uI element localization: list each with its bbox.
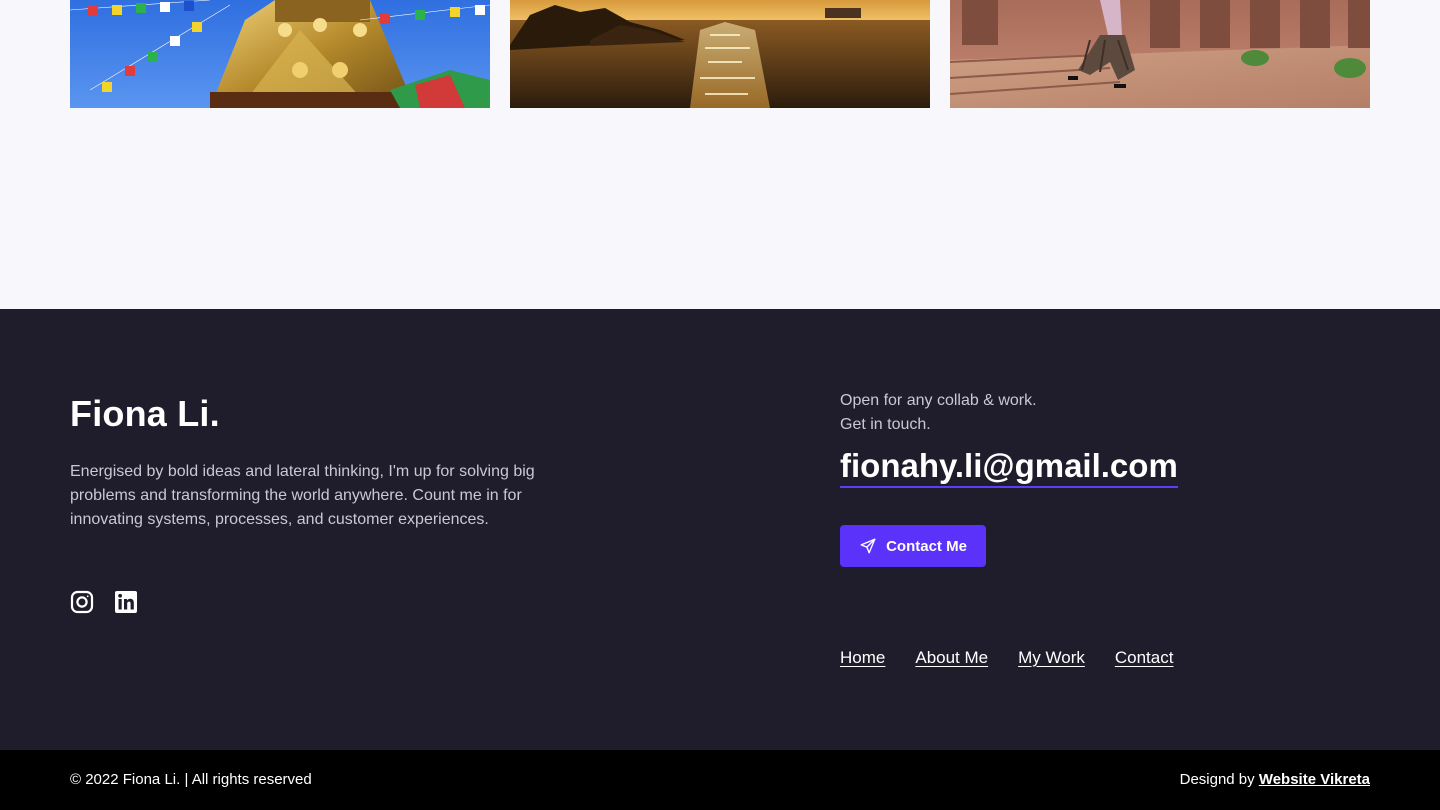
collab-text: Open for any collab & work. Get in touch… [840, 389, 1037, 437]
collab-line-1: Open for any collab & work. [840, 392, 1037, 409]
linkedin-icon[interactable] [114, 590, 138, 614]
designer-credit-prefix: Designd by [1179, 771, 1259, 788]
site-footer: Fiona Li. Energised by bold ideas and la… [0, 309, 1440, 750]
temple-prayer-flags-photo[interactable] [70, 0, 490, 108]
contact-me-button[interactable]: Contact Me [840, 525, 986, 567]
sunset-sea-photo[interactable] [510, 0, 930, 108]
photo-gallery [0, 0, 1440, 309]
footer-brand: Fiona Li. [70, 393, 220, 434]
social-links [70, 590, 138, 614]
designer-link[interactable]: Website Vikreta [1259, 771, 1370, 788]
nav-home[interactable]: Home [840, 648, 885, 668]
contact-me-label: Contact Me [886, 537, 967, 555]
footer-nav: Home About Me My Work Contact [840, 648, 1173, 668]
nav-contact[interactable]: Contact [1115, 648, 1174, 668]
copyright-text: © 2022 Fiona Li. | All rights reserved [70, 771, 312, 788]
send-icon [860, 538, 876, 554]
footer-bio: Energised by bold ideas and lateral thin… [70, 463, 535, 528]
instagram-icon[interactable] [70, 590, 94, 614]
collab-line-2: Get in touch. [840, 416, 931, 433]
courtyard-walking-person-photo[interactable] [950, 0, 1370, 108]
designer-credit: Designd by Website Vikreta [1180, 771, 1370, 788]
page: Fiona Li. Energised by bold ideas and la… [0, 0, 1440, 810]
nav-about-me[interactable]: About Me [915, 648, 988, 668]
email-link[interactable]: fionahy.li@gmail.com [840, 446, 1178, 488]
nav-my-work[interactable]: My Work [1018, 648, 1085, 668]
bottom-bar: © 2022 Fiona Li. | All rights reserved D… [0, 750, 1440, 810]
